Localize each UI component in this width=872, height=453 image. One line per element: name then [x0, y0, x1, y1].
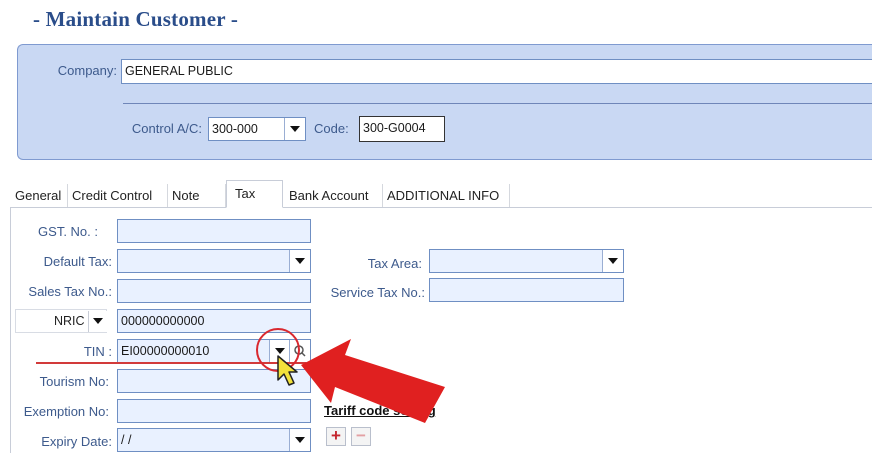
page-title: - Maintain Customer -	[33, 7, 239, 31]
chevron-down-icon[interactable]	[289, 429, 310, 451]
chevron-down-icon[interactable]	[289, 250, 310, 272]
control-ac-label: Control A/C:	[131, 121, 202, 136]
company-label: Company:	[57, 63, 117, 78]
tourism-label: Tourism No:	[39, 374, 109, 389]
control-ac-select[interactable]: 300-000	[208, 117, 306, 141]
expiry-date-picker[interactable]: / /	[117, 428, 311, 452]
control-ac-value: 300-000	[212, 122, 258, 136]
exemption-label: Exemption No:	[23, 404, 109, 419]
exemption-field[interactable]	[117, 399, 311, 423]
chevron-down-icon[interactable]	[284, 118, 305, 140]
mouse-pointer-icon	[277, 355, 298, 386]
tab-additional-info[interactable]: ADDITIONAL INFO	[383, 184, 510, 207]
default-tax-select[interactable]	[117, 249, 311, 273]
gst-field[interactable]	[117, 219, 311, 243]
tin-label: TIN :	[83, 344, 112, 359]
tax-area-select[interactable]	[429, 249, 624, 273]
sales-tax-label: Sales Tax No.:	[28, 284, 112, 299]
chevron-down-icon[interactable]	[88, 311, 108, 332]
service-tax-field[interactable]	[429, 278, 624, 302]
gst-label: GST. No. :	[38, 224, 98, 239]
service-tax-label: Service Tax No.:	[330, 285, 425, 300]
tab-strip-line	[10, 207, 872, 208]
chevron-down-icon[interactable]	[602, 250, 623, 272]
add-tariff-button[interactable]: +	[326, 427, 346, 446]
tab-bank-account[interactable]: Bank Account	[285, 184, 383, 207]
tab-credit-control[interactable]: Credit Control	[68, 184, 168, 207]
code-field[interactable]: 300-G0004	[359, 116, 445, 142]
red-arrow-icon	[301, 339, 445, 423]
header-separator	[123, 103, 872, 104]
tab-tax[interactable]: Tax	[226, 180, 283, 208]
remove-tariff-button[interactable]: −	[351, 427, 371, 446]
id-type-select[interactable]: NRIC	[15, 309, 108, 333]
tab-general[interactable]: General	[11, 184, 68, 207]
id-type-value: NRIC	[54, 314, 85, 328]
sales-tax-field[interactable]	[117, 279, 311, 303]
expiry-value: / /	[121, 433, 132, 447]
company-field[interactable]: GENERAL PUBLIC	[121, 59, 872, 84]
tin-value: EI00000000010	[121, 344, 210, 358]
expiry-label: Expiry Date:	[41, 434, 112, 449]
tab-note[interactable]: Note	[168, 184, 226, 207]
default-tax-label: Default Tax:	[43, 254, 112, 269]
tax-area-label: Tax Area:	[367, 256, 422, 271]
code-label: Code:	[314, 121, 349, 136]
